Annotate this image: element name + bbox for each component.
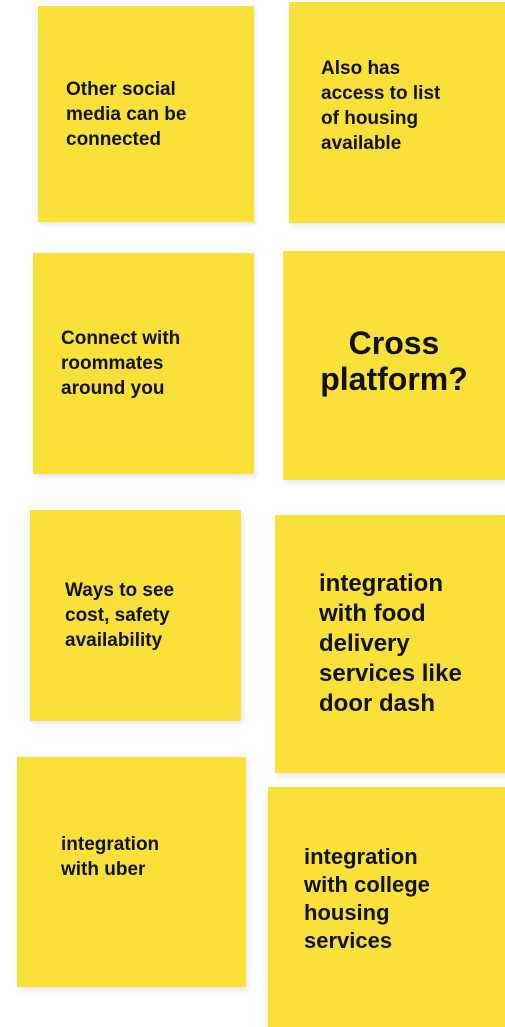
sticky-note-college-housing[interactable]: integration with college housing service…: [268, 787, 505, 1027]
sticky-note-text: integration with uber: [61, 834, 160, 880]
sticky-note-text: integration with college housing service…: [304, 844, 430, 953]
sticky-note-text: Ways to see cost, safety availability: [65, 580, 175, 651]
sticky-note-housing-list[interactable]: Also has access to list of housing avail…: [289, 2, 505, 223]
sticky-note-text: integration with food delivery services …: [319, 570, 462, 717]
sticky-note-cross-platform[interactable]: Cross platform?: [283, 251, 505, 480]
sticky-note-text: Cross platform?: [320, 324, 468, 397]
sticky-note-cost-safety[interactable]: Ways to see cost, safety availability: [30, 510, 241, 721]
sticky-note-board: Other social media can be connected Also…: [0, 0, 505, 1027]
sticky-note-text: Other social media can be connected: [66, 78, 187, 150]
sticky-note-uber[interactable]: integration with uber: [17, 757, 246, 987]
sticky-note-social-media[interactable]: Other social media can be connected: [38, 6, 254, 222]
sticky-note-food-delivery[interactable]: integration with food delivery services …: [275, 515, 505, 773]
sticky-note-roommates[interactable]: Connect with roommates around you: [33, 253, 254, 474]
sticky-note-text: Connect with roommates around you: [61, 328, 181, 399]
sticky-note-text: Also has access to list of housing avail…: [321, 57, 441, 154]
